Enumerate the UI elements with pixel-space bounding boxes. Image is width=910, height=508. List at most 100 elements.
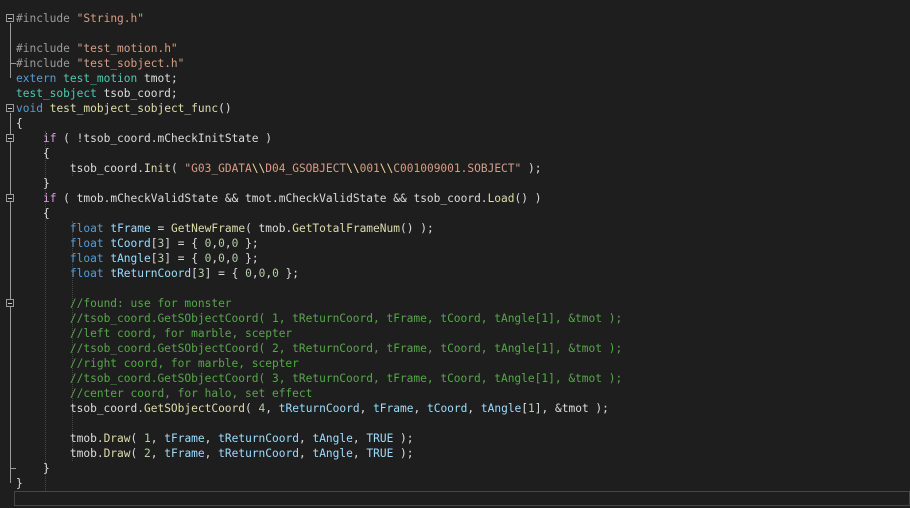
code-token: {: [16, 147, 50, 160]
code-line[interactable]: //right coord, for marble, scepter: [0, 356, 910, 371]
code-token: 0: [245, 267, 252, 280]
code-line[interactable]: float tAngle[3] = { 0,0,0 };: [0, 251, 910, 266]
code-line[interactable]: tsob_coord.GetSObjectCoord( 4, tReturnCo…: [0, 401, 910, 416]
code-line[interactable]: {: [0, 146, 910, 161]
code-token: tsob_coord;: [96, 87, 178, 100]
code-token: (: [170, 162, 185, 175]
code-line[interactable]: //tsob_coord.GetSObjectCoord( 2, tReturn…: [0, 341, 910, 356]
code-line[interactable]: #include "test_sobject.h": [0, 56, 910, 71]
code-token: tReturnCoord: [218, 447, 299, 460]
code-line[interactable]: [0, 416, 910, 431]
code-text: float tReturnCoord[3] = { 0,0,0 };: [16, 266, 299, 281]
code-token: tFrame: [110, 222, 151, 235]
code-text: extern test_motion tmot;: [16, 71, 178, 86]
code-text: }: [16, 476, 23, 491]
fold-collapse-icon[interactable]: [6, 104, 14, 112]
fold-collapse-icon[interactable]: [6, 134, 14, 142]
code-token: "String.h": [76, 12, 144, 25]
code-line[interactable]: tmob.Draw( 1, tFrame, tReturnCoord, tAng…: [0, 431, 910, 446]
code-line[interactable]: tmob.Draw( 2, tFrame, tReturnCoord, tAng…: [0, 446, 910, 461]
code-token: (: [130, 432, 144, 445]
code-line[interactable]: extern test_motion tmot;: [0, 71, 910, 86]
fold-collapse-icon[interactable]: [6, 14, 14, 22]
code-line[interactable]: [0, 281, 910, 296]
code-line[interactable]: //tsob_coord.GetSObjectCoord( 1, tReturn…: [0, 311, 910, 326]
code-line[interactable]: float tFrame = GetNewFrame( tmob.GetTota…: [0, 221, 910, 236]
code-token: [: [150, 252, 158, 265]
code-text: #include "test_motion.h": [16, 41, 178, 56]
code-line[interactable]: {: [0, 116, 910, 131]
code-token: (): [218, 102, 232, 115]
code-token: //found: use for monster: [69, 297, 232, 310]
code-token: tsob_coord.: [16, 402, 144, 415]
code-line[interactable]: //left coord, for marble, scepter: [0, 326, 910, 341]
code-line[interactable]: tsob_coord.Init( "G03_GDATA\\D04_GSOBJEC…: [0, 161, 910, 176]
code-text: test_sobject tsob_coord;: [16, 86, 178, 101]
code-line[interactable]: #include "test_motion.h": [0, 41, 910, 56]
code-token: tCoord: [110, 237, 151, 250]
code-token: tmob.: [16, 447, 104, 460]
code-token: ,: [352, 432, 367, 445]
code-line[interactable]: if ( !tsob_coord.mCheckInitState ): [0, 131, 910, 146]
code-token: \\: [346, 162, 360, 175]
code-line[interactable]: [0, 26, 910, 41]
code-text: if ( tmob.mCheckValidState && tmot.mChec…: [16, 191, 542, 206]
code-token: 1: [144, 432, 151, 445]
code-text: tsob_coord.GetSObjectCoord( 4, tReturnCo…: [16, 401, 609, 416]
code-token: && tmot.: [218, 192, 279, 205]
code-token: tFrame: [164, 432, 205, 445]
code-token: 2: [144, 447, 151, 460]
code-token: };: [238, 252, 259, 265]
code-token: && tsob_coord.: [386, 192, 488, 205]
code-token: "test_motion.h": [76, 42, 178, 55]
code-line[interactable]: }: [0, 476, 910, 491]
code-token: tAngle: [110, 252, 151, 265]
code-token: tFrame: [373, 402, 414, 415]
code-token: #include: [16, 42, 70, 55]
code-token: );: [521, 162, 542, 175]
code-token: [: [150, 237, 158, 250]
code-text: {: [16, 206, 50, 221]
code-token: {: [16, 117, 23, 130]
code-text: }: [16, 461, 50, 476]
fold-collapse-icon[interactable]: [6, 299, 14, 307]
code-editor[interactable]: #include "String.h" #include "test_motion…: [0, 0, 910, 508]
code-text: //left coord, for marble, scepter: [16, 326, 292, 341]
code-token: TRUE: [366, 432, 394, 445]
code-line[interactable]: {: [0, 206, 910, 221]
code-line[interactable]: #include "String.h": [0, 11, 910, 26]
code-token: ,: [298, 447, 313, 460]
code-token: #include: [16, 12, 70, 25]
code-token: //center coord, for halo, set effect: [69, 387, 313, 400]
code-line[interactable]: }: [0, 461, 910, 476]
code-token: ] = {: [164, 252, 205, 265]
code-token: ( !tsob_coord.: [56, 132, 158, 145]
code-token: tFrame: [164, 447, 205, 460]
code-line[interactable]: //found: use for monster: [0, 296, 910, 311]
code-token: tmob.: [16, 432, 104, 445]
code-line[interactable]: [0, 491, 910, 506]
code-line[interactable]: void test_mobject_sobject_func(): [0, 101, 910, 116]
code-line[interactable]: float tCoord[3] = { 0,0,0 };: [0, 236, 910, 251]
code-line[interactable]: float tReturnCoord[3] = { 0,0,0 };: [0, 266, 910, 281]
code-token: Draw: [103, 447, 131, 460]
code-line[interactable]: }: [0, 176, 910, 191]
code-token: };: [238, 237, 259, 250]
fold-collapse-icon[interactable]: [6, 194, 14, 202]
code-token: 3: [197, 267, 205, 280]
code-text: //tsob_coord.GetSObjectCoord( 3, tReturn…: [16, 371, 622, 386]
code-line[interactable]: test_sobject tsob_coord;: [0, 86, 910, 101]
code-line[interactable]: //tsob_coord.GetSObjectCoord( 3, tReturn…: [0, 371, 910, 386]
code-line[interactable]: //center coord, for halo, set effect: [0, 386, 910, 401]
code-text: #include "String.h": [16, 11, 144, 26]
code-token: float: [69, 267, 104, 280]
code-line[interactable]: if ( tmob.mCheckValidState && tmot.mChec…: [0, 191, 910, 206]
